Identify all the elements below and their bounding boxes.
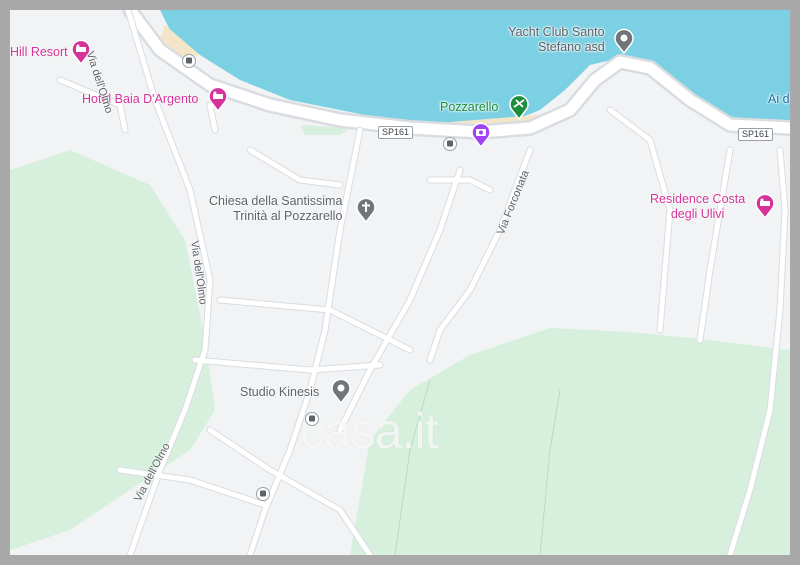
bus-stop-icon[interactable]	[305, 412, 319, 426]
chiesa-line1: Chiesa della Santissima	[209, 194, 343, 208]
bus-stop-icon[interactable]	[182, 54, 196, 68]
residence-line2: degli Ulivi	[670, 207, 725, 221]
poi-ai-d-label[interactable]: Ai d	[768, 92, 790, 107]
residence-line1: Residence Costa	[650, 192, 746, 206]
watermark-casa-it: casa.it	[300, 403, 439, 459]
road-shield-sp161: SP161	[738, 128, 774, 141]
poi-yacht-club-label[interactable]: Yacht Club Santo Stefano asd	[508, 25, 605, 55]
poi-residence-label[interactable]: Residence Costa degli Ulivi	[650, 192, 745, 222]
map-frame[interactable]: casa.it Hill Resort Hotel Baia D'Argento…	[10, 10, 790, 555]
road-shield-sp161: SP161	[378, 126, 414, 139]
yacht-club-line2: Stefano asd	[538, 40, 605, 54]
church-icon[interactable]	[355, 197, 377, 223]
poi-studio-kinesis-label[interactable]: Studio Kinesis	[240, 385, 319, 400]
poi-hill-resort-label[interactable]: Hill Resort	[10, 45, 68, 60]
beach-icon[interactable]	[508, 94, 530, 120]
hotel-icon[interactable]	[754, 193, 776, 219]
park-left	[10, 150, 215, 550]
place-icon[interactable]	[330, 378, 352, 404]
chiesa-line2: Trinità al Pozzarello	[233, 209, 343, 223]
bus-stop-icon[interactable]	[443, 137, 457, 151]
poi-pozzarello-label[interactable]: Pozzarello	[440, 100, 498, 115]
yacht-club-line1: Yacht Club Santo	[508, 25, 605, 39]
hotel-icon[interactable]	[207, 86, 229, 112]
place-icon[interactable]	[613, 28, 635, 54]
poi-chiesa-label[interactable]: Chiesa della Santissima Trinità al Pozza…	[209, 194, 342, 224]
camera-icon[interactable]	[470, 122, 492, 148]
bus-stop-icon[interactable]	[256, 487, 270, 501]
